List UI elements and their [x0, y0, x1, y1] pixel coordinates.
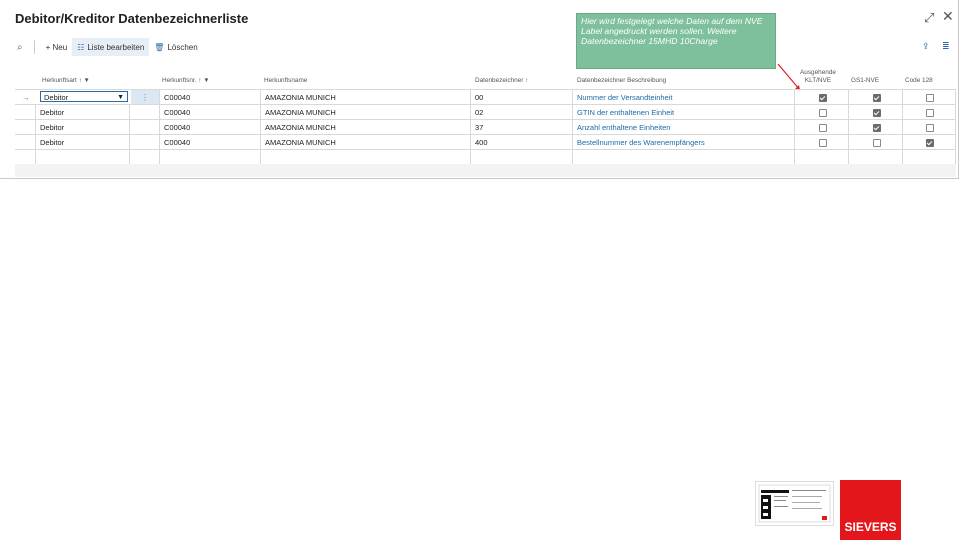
herkunftsart-cell[interactable]	[35, 150, 130, 165]
herkunftsart-cell[interactable]: Debitor	[35, 120, 130, 135]
new-button[interactable]: + Neu	[41, 38, 73, 56]
herkunftsname-cell: AMAZONIA MUNICH	[260, 105, 471, 120]
row-menu-cell[interactable]	[129, 120, 160, 135]
logo-text: SIEVERS	[844, 520, 897, 534]
klt-nve-cell	[794, 90, 849, 105]
row-menu-cell[interactable]	[129, 135, 160, 150]
delete-label: Löschen	[167, 42, 198, 52]
label-preview-thumbnail	[755, 481, 834, 526]
table-row[interactable]: Debitor C00040 AMAZONIA MUNICH 02 GTIN d…	[15, 104, 956, 120]
herkunftsnr-cell[interactable]: C00040	[159, 105, 261, 120]
herkunftsname-cell: AMAZONIA MUNICH	[260, 90, 471, 105]
grid-footer	[15, 164, 956, 177]
expand-icon[interactable]: ⤢	[924, 10, 934, 26]
beschreibung-link[interactable]: Anzahl enthaltene Einheiten	[572, 120, 795, 135]
row-marker-icon: →	[22, 93, 30, 102]
row-menu-cell[interactable]	[129, 105, 160, 120]
herkunftsart-select[interactable]: Debitor ▼	[40, 91, 128, 102]
herkunftsart-cell[interactable]: Debitor	[35, 135, 130, 150]
beschreibung-link[interactable]: Nummer der Versandteinheit	[572, 90, 795, 105]
row-menu-cell[interactable]	[129, 150, 160, 165]
col-header-herkunftsname[interactable]: Herkunftsname	[264, 77, 307, 84]
share-icon[interactable]: ⇪	[922, 41, 930, 52]
code128-checkbox[interactable]	[926, 94, 934, 102]
herkunftsnr-cell[interactable]: C00040	[159, 135, 261, 150]
datenbezeichner-cell[interactable]	[470, 150, 573, 165]
klt-nve-cell	[794, 150, 849, 165]
klt-nve-checkbox[interactable]	[819, 139, 827, 147]
klt-nve-cell	[794, 135, 849, 150]
gs1-nve-cell	[848, 150, 903, 165]
table-row[interactable]: Debitor C00040 AMAZONIA MUNICH 37 Anzahl…	[15, 119, 956, 135]
row-menu-button[interactable]: ⋮	[131, 90, 159, 105]
trash-icon: 🗑	[154, 42, 165, 52]
code128-cell	[902, 105, 956, 120]
label-preview-graphic	[758, 484, 831, 523]
col-header-beschreibung[interactable]: Datenbezeichner Beschreibung	[577, 77, 666, 84]
col-header-klt-nve[interactable]: Ausgehende KLT/NVE	[798, 69, 838, 84]
klt-nve-cell	[794, 105, 849, 120]
code128-checkbox[interactable]	[926, 109, 934, 117]
gs1-nve-checkbox[interactable]	[873, 139, 881, 147]
toolbar-divider	[33, 40, 35, 54]
col-header-code128[interactable]: Code 128	[905, 77, 933, 84]
code128-cell	[902, 150, 956, 165]
datenbezeichner-cell[interactable]: 37	[470, 120, 573, 135]
page-title: Debitor/Kreditor Datenbezeichnerliste	[15, 11, 249, 26]
herkunftsname-cell	[260, 150, 471, 165]
herkunftsname-cell: AMAZONIA MUNICH	[260, 135, 471, 150]
gs1-nve-cell	[848, 135, 903, 150]
col-header-gs1-nve[interactable]: GS1-NVE	[851, 77, 879, 84]
col-header-klt-line1: Ausgehende	[800, 69, 836, 76]
klt-nve-checkbox[interactable]	[819, 94, 827, 102]
edit-list-button[interactable]: ☷ Liste bearbeiten	[72, 38, 150, 56]
list-page-panel: Debitor/Kreditor Datenbezeichnerliste ⤢ …	[0, 0, 959, 179]
klt-nve-checkbox[interactable]	[819, 109, 827, 117]
action-toolbar: ⌕ + Neu ☷ Liste bearbeiten 🗑 Löschen	[12, 38, 203, 56]
table-row[interactable]: Debitor C00040 AMAZONIA MUNICH 400 Beste…	[15, 134, 956, 150]
code128-cell	[902, 90, 956, 105]
gs1-nve-cell	[848, 90, 903, 105]
herkunftsart-value: Debitor	[44, 93, 69, 102]
herkunftsart-cell[interactable]: Debitor	[35, 105, 130, 120]
datenbezeichner-cell[interactable]: 00	[470, 90, 573, 105]
beschreibung-cell[interactable]	[572, 150, 795, 165]
annotation-note: Hier wird festgelegt welche Daten auf de…	[576, 13, 776, 69]
search-icon[interactable]: ⌕	[12, 38, 28, 56]
code128-cell	[902, 135, 956, 150]
gs1-nve-checkbox[interactable]	[873, 94, 881, 102]
list-view-icon[interactable]: ≣	[942, 41, 950, 52]
close-icon[interactable]: ✕	[942, 8, 954, 25]
beschreibung-link[interactable]: Bestellnummer des Warenempfängers	[572, 135, 795, 150]
herkunftsnr-cell[interactable]: C00040	[159, 120, 261, 135]
gs1-nve-checkbox[interactable]	[873, 109, 881, 117]
gs1-nve-cell	[848, 105, 903, 120]
gs1-nve-checkbox[interactable]	[873, 124, 881, 132]
col-header-herkunftsnr[interactable]: Herkunftsnr. ↑ ▼	[162, 77, 210, 84]
klt-nve-checkbox[interactable]	[819, 124, 827, 132]
datenbezeichner-cell[interactable]: 02	[470, 105, 573, 120]
herkunftsnr-cell[interactable]	[159, 150, 261, 165]
sievers-logo: SIEVERS	[840, 480, 901, 540]
table-row[interactable]: → Debitor ▼ ⋮ C00040 AMAZONIA MUNICH 00 …	[15, 89, 956, 105]
col-header-datenbezeichner[interactable]: Datenbezeichner ↑	[475, 77, 528, 84]
beschreibung-link[interactable]: GTIN der enthaltenen Einheit	[572, 105, 795, 120]
datenbezeichner-cell[interactable]: 400	[470, 135, 573, 150]
klt-nve-cell	[794, 120, 849, 135]
col-header-klt-line2: KLT/NVE	[804, 77, 832, 84]
gs1-nve-cell	[848, 120, 903, 135]
edit-list-label: Liste bearbeiten	[87, 42, 145, 52]
col-header-herkunftsart[interactable]: Herkunftsart ↑ ▼	[42, 77, 90, 84]
herkunftsname-cell: AMAZONIA MUNICH	[260, 120, 471, 135]
edit-list-icon: ☷	[77, 42, 85, 52]
chevron-down-icon: ▼	[117, 94, 124, 101]
code128-cell	[902, 120, 956, 135]
herkunftsnr-cell[interactable]: C00040	[159, 90, 261, 105]
code128-checkbox[interactable]	[926, 124, 934, 132]
code128-checkbox[interactable]	[926, 139, 934, 147]
delete-button[interactable]: 🗑 Löschen	[149, 38, 202, 56]
